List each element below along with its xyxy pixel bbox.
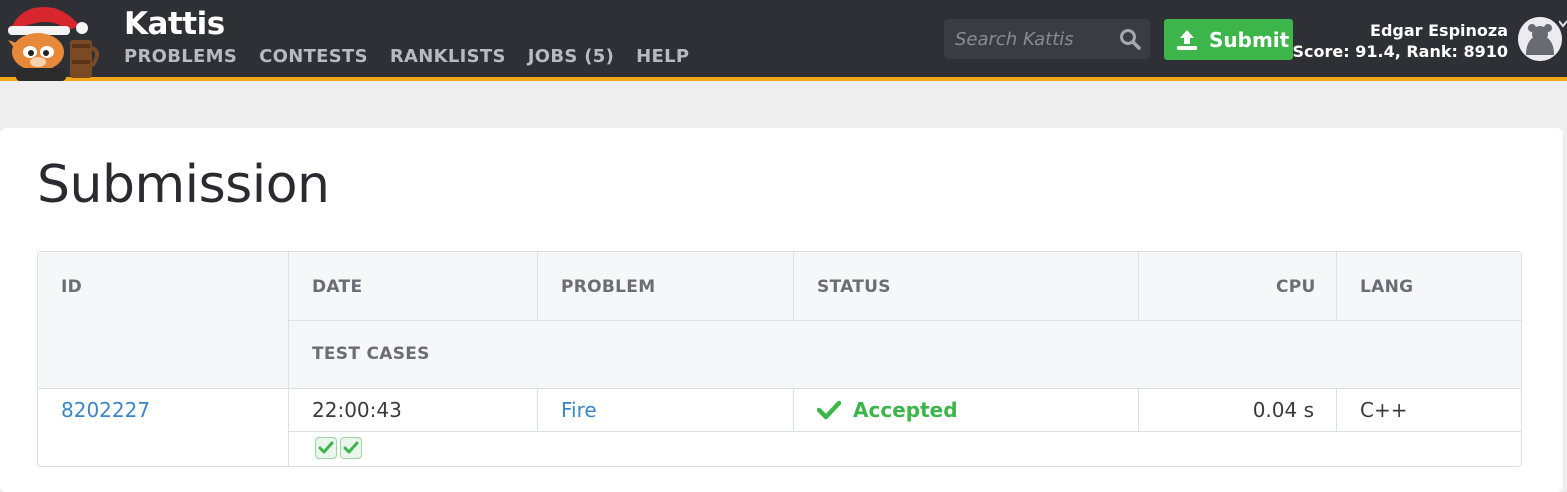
nav-ranklists[interactable]: RANKLISTS <box>390 46 506 67</box>
header-status: STATUS <box>817 277 891 297</box>
divider <box>793 388 794 431</box>
test-case-1[interactable] <box>315 437 337 459</box>
nav-jobs[interactable]: JOBS (5) <box>528 46 614 67</box>
check-icon <box>343 441 359 454</box>
header-id: ID <box>61 277 83 297</box>
status-badge: Accepted <box>817 398 958 422</box>
brand-title[interactable]: Kattis <box>124 6 225 42</box>
divider <box>537 252 538 320</box>
divider <box>1138 252 1139 320</box>
divider <box>288 431 1521 432</box>
divider <box>38 388 1521 389</box>
nav-help[interactable]: HELP <box>636 46 689 67</box>
user-name: Edgar Espinoza <box>1370 21 1508 40</box>
language: C++ <box>1360 398 1408 422</box>
divider <box>288 320 1521 321</box>
header-problem: PROBLEM <box>561 277 656 297</box>
submit-button[interactable]: Submit <box>1164 19 1293 60</box>
header-lang: LANG <box>1360 277 1414 297</box>
caret-down-icon[interactable] <box>1559 20 1567 28</box>
divider <box>1336 252 1337 320</box>
user-info[interactable]: Edgar Espinoza Score: 91.4, Rank: 8910 <box>1293 20 1508 62</box>
test-case-2[interactable] <box>340 437 362 459</box>
divider <box>793 252 794 320</box>
status-text: Accepted <box>853 398 958 422</box>
submission-id-link[interactable]: 8202227 <box>61 398 150 422</box>
avatar-icon[interactable] <box>1518 17 1562 61</box>
nav-contests[interactable]: CONTESTS <box>259 46 368 67</box>
cpu-time: 0.04 s <box>1252 398 1314 422</box>
search-input[interactable] <box>944 19 1114 59</box>
problem-link[interactable]: Fire <box>561 398 597 422</box>
user-stats: Score: 91.4, Rank: 8910 <box>1292 42 1508 61</box>
divider <box>537 388 538 431</box>
top-navbar: Kattis PROBLEMS CONTESTS RANKLISTS JOBS … <box>0 0 1567 81</box>
upload-icon <box>1177 29 1197 50</box>
page-title: Submission <box>37 155 330 215</box>
nav-problems[interactable]: PROBLEMS <box>124 46 237 67</box>
kattis-cat-logo-icon[interactable] <box>2 0 104 81</box>
search-icon[interactable] <box>1119 28 1141 50</box>
submission-date: 22:00:43 <box>312 398 402 422</box>
divider <box>288 252 289 466</box>
check-icon <box>318 441 334 454</box>
header-test-cases: TEST CASES <box>312 344 430 364</box>
header-cpu: CPU <box>1276 277 1316 297</box>
submission-table: ID DATE PROBLEM STATUS CPU LANG TEST CAS… <box>37 251 1522 467</box>
check-icon <box>817 400 841 420</box>
divider <box>1336 388 1337 431</box>
main-nav: PROBLEMS CONTESTS RANKLISTS JOBS (5) HEL… <box>124 46 711 67</box>
submit-button-label: Submit <box>1209 27 1290 52</box>
header-date: DATE <box>312 277 363 297</box>
